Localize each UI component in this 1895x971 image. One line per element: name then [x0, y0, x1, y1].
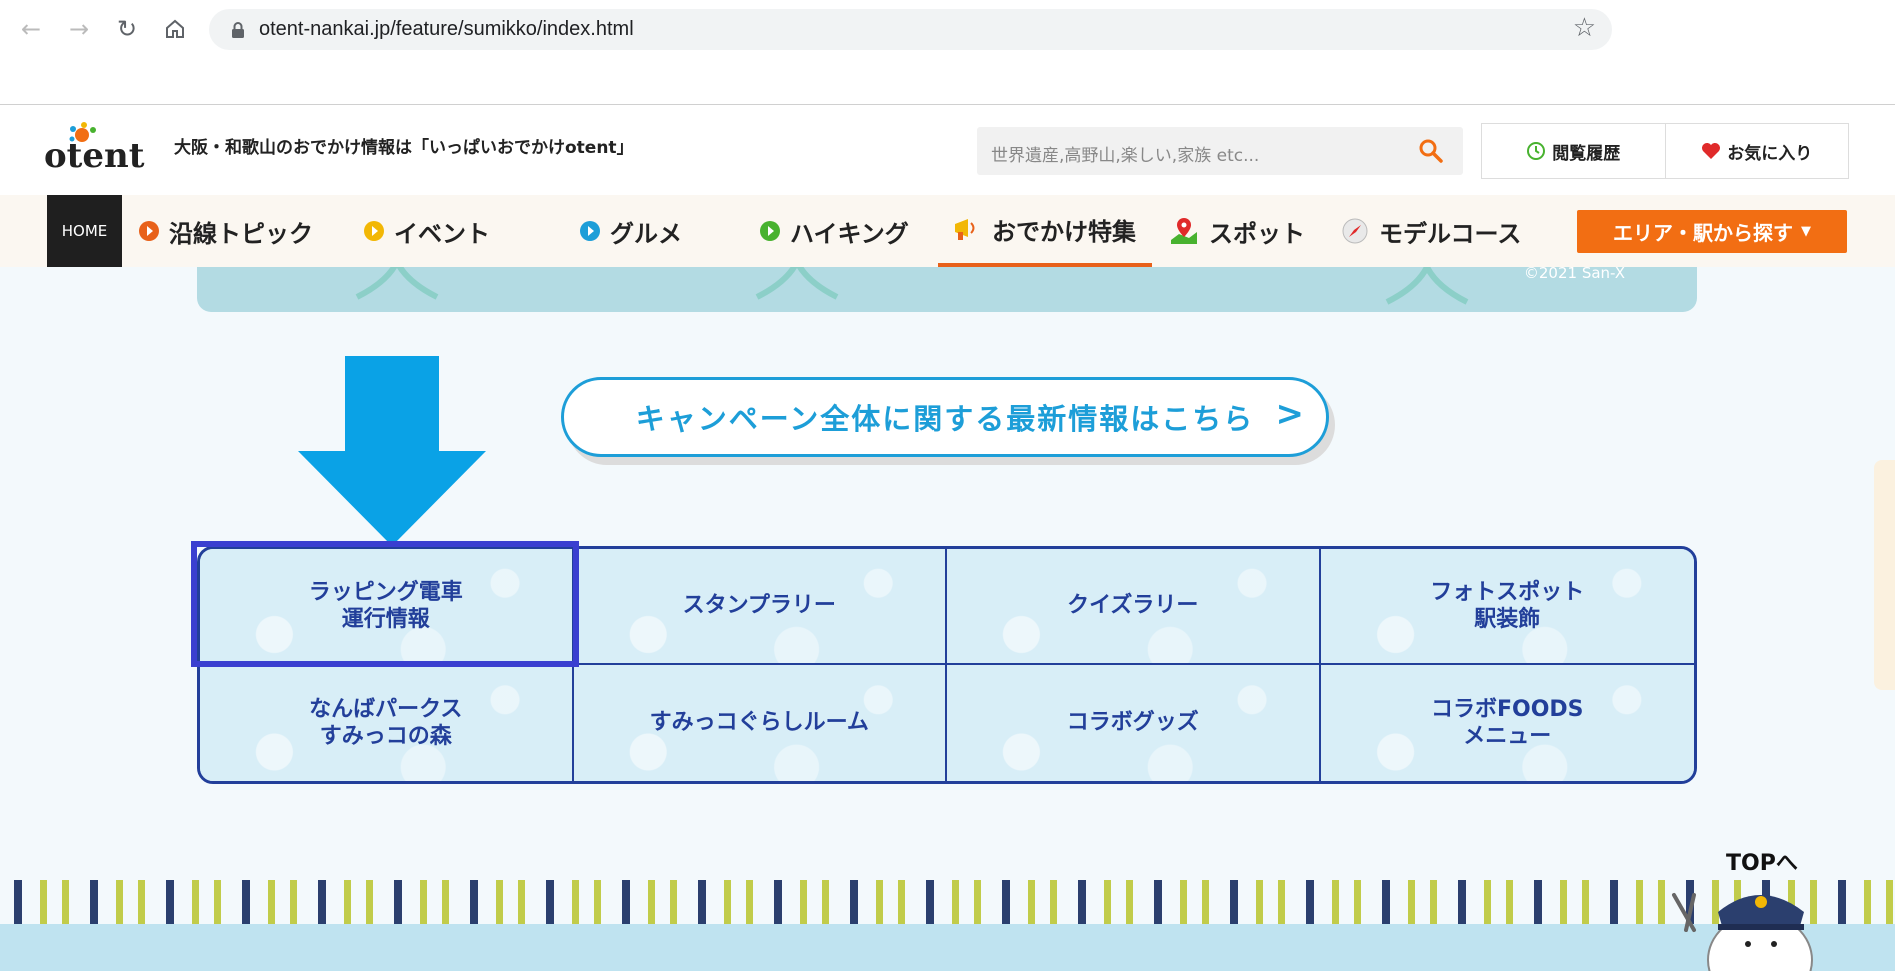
play-circle-icon — [760, 221, 780, 241]
nav-label: スポット — [1209, 219, 1305, 248]
menu-tile-namba-parks[interactable]: なんばパークス すみっコの森 — [200, 665, 574, 781]
menu-tile-collab-foods[interactable]: コラボFOODS メニュー — [1320, 665, 1694, 781]
menu-tile-quiz-rally[interactable]: クイズラリー — [947, 549, 1321, 665]
tile-label: コラボグッズ — [1066, 710, 1199, 736]
url-text[interactable]: otent-nankai.jp/feature/sumikko/index.ht… — [259, 18, 634, 41]
nav-label: モデルコース — [1379, 219, 1522, 248]
caret-down-icon: ▼ — [1801, 224, 1811, 239]
compass-icon — [1342, 218, 1368, 244]
footer-stripes — [0, 880, 1895, 924]
nav-label: ハイキング — [790, 219, 909, 248]
nav-item-model-course[interactable]: モデルコース — [1341, 195, 1521, 267]
reload-icon[interactable]: ↻ — [112, 14, 142, 44]
play-circle-icon — [364, 221, 384, 241]
conductor-mascot-icon[interactable] — [1664, 870, 1824, 971]
site-tagline: 大阪・和歌山のおでかけ情報は「いっぱいおでかけotent」 — [174, 138, 634, 158]
nav-item-odekake-feature[interactable]: おでかけ特集 — [938, 195, 1152, 267]
copyright-text: ©2021 San-X — [1523, 267, 1625, 282]
favorites-label: お気に入り — [1727, 143, 1813, 164]
favorites-button[interactable]: お気に入り — [1664, 124, 1849, 178]
highlight-box — [191, 541, 579, 667]
play-circle-icon — [580, 221, 600, 241]
menu-tile-photo-spot[interactable]: フォトスポット 駅装飾 — [1320, 549, 1694, 665]
tile-label: なんばパークス すみっコの森 — [309, 696, 463, 750]
otent-logo[interactable]: otent — [44, 119, 148, 183]
tile-label: スタンプラリー — [682, 593, 836, 619]
tile-label: クイズラリー — [1067, 593, 1199, 619]
play-circle-icon — [139, 221, 159, 241]
nav-label: おでかけ特集 — [992, 217, 1136, 246]
map-pin-icon — [1171, 218, 1197, 244]
campaign-label: キャンペーン全体に関する最新情報はこちら — [635, 402, 1255, 436]
search-box[interactable]: 世界遺産,高野山,楽しい,家族 etc... — [977, 127, 1463, 175]
banner-decoration — [355, 267, 1469, 305]
address-bar[interactable]: otent-nankai.jp/feature/sumikko/index.ht… — [209, 9, 1612, 50]
main-nav: HOME 沿線トピック イベント グルメ ハイキング おでかけ特集 スポット モ… — [0, 195, 1895, 267]
home-icon[interactable] — [160, 14, 190, 44]
header-buttons: 閲覧履歴 お気に入り — [1481, 123, 1849, 179]
search-icon[interactable] — [1417, 137, 1445, 165]
campaign-latest-info-button[interactable]: キャンペーン全体に関する最新情報はこちら > — [561, 377, 1329, 457]
heart-icon — [1702, 143, 1721, 159]
back-icon[interactable]: ← — [16, 14, 46, 44]
svg-text:otent: otent — [44, 136, 145, 176]
forward-icon[interactable]: → — [64, 14, 94, 44]
chevron-right-icon: > — [1275, 394, 1305, 434]
history-label: 閲覧履歴 — [1552, 143, 1621, 164]
tile-label: フォトスポット 駅装飾 — [1430, 579, 1585, 633]
menu-tile-stamp-rally[interactable]: スタンプラリー — [573, 549, 947, 665]
arrow-down-icon — [298, 356, 486, 546]
lock-icon — [232, 22, 244, 38]
history-button[interactable]: 閲覧履歴 — [1482, 124, 1665, 178]
area-station-search-button[interactable]: エリア・駅から探す ▼ — [1577, 210, 1847, 253]
nav-home[interactable]: HOME — [47, 195, 122, 267]
site-header: otent 大阪・和歌山のおでかけ情報は「いっぱいおでかけotent」 世界遺産… — [0, 105, 1895, 195]
nav-label: イベント — [394, 219, 490, 248]
area-button-label: エリア・駅から探す — [1613, 221, 1793, 245]
nav-label: グルメ — [610, 219, 682, 248]
tile-label: すみっコぐらしルーム — [649, 710, 869, 736]
nav-item-ensen-topic[interactable]: 沿線トピック — [139, 195, 313, 267]
nav-label: 沿線トピック — [169, 219, 313, 248]
megaphone-icon — [955, 219, 975, 240]
menu-tile-sumikko-room[interactable]: すみっコぐらしルーム — [573, 665, 947, 781]
clock-icon — [1527, 142, 1546, 160]
nav-item-spot[interactable]: スポット — [1169, 195, 1305, 267]
menu-tile-collab-goods[interactable]: コラボグッズ — [947, 665, 1321, 781]
nav-item-hiking[interactable]: ハイキング — [760, 195, 909, 267]
tile-label: コラボFOODS メニュー — [1430, 696, 1584, 750]
nav-item-gourmet[interactable]: グルメ — [580, 195, 682, 267]
browser-toolbar: ← → ↻ otent-nankai.jp/feature/sumikko/in… — [0, 0, 1895, 105]
side-floating-panel[interactable] — [1874, 460, 1895, 690]
nav-item-event[interactable]: イベント — [364, 195, 490, 267]
bookmark-star-icon[interactable]: ☆ — [1573, 13, 1596, 43]
banner-image: ©2021 San-X — [197, 267, 1697, 312]
search-input[interactable]: 世界遺産,高野山,楽しい,家族 etc... — [991, 141, 1259, 166]
footer-band — [0, 924, 1895, 971]
